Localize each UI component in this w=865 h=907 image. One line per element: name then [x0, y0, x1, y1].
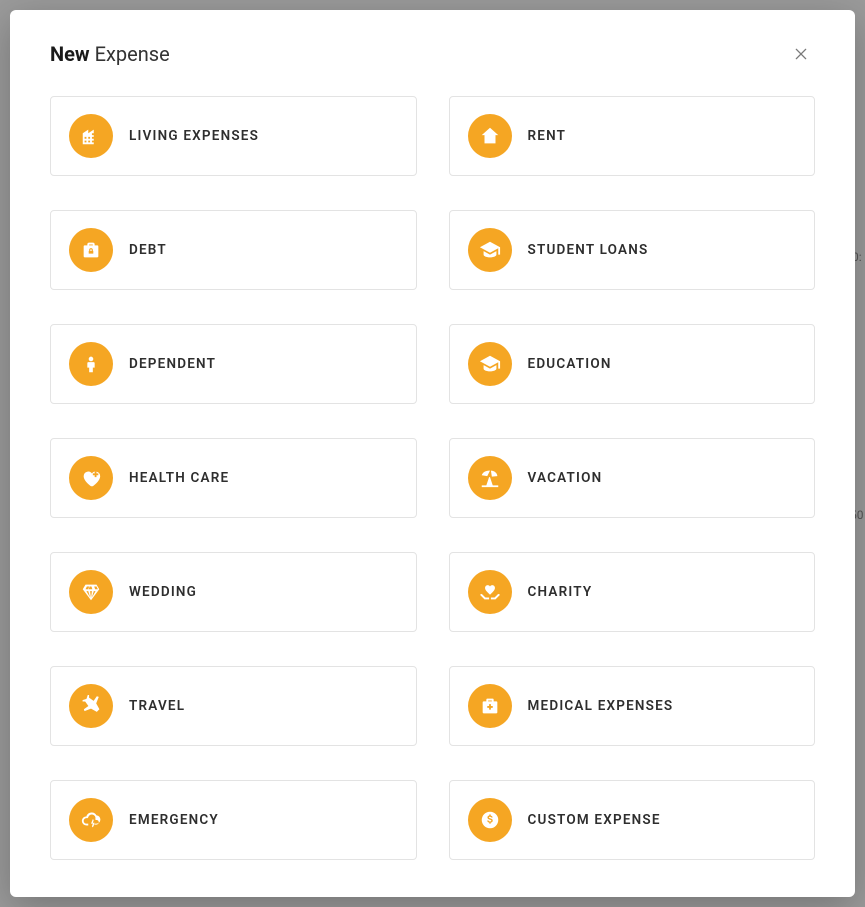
category-label: WEDDING [129, 584, 197, 600]
beach-icon [468, 456, 512, 500]
category-label: STUDENT LOANS [528, 242, 649, 258]
house-dollar-icon [468, 114, 512, 158]
category-label: EMERGENCY [129, 812, 219, 828]
category-grid: LIVING EXPENSES RENT DEBT STUDENT LOANS [50, 96, 815, 860]
category-label: MEDICAL EXPENSES [528, 698, 674, 714]
category-label: TRAVEL [129, 698, 185, 714]
coin-dollar-icon [468, 798, 512, 842]
category-student-loans[interactable]: STUDENT LOANS [449, 210, 816, 290]
briefcase-lock-icon [69, 228, 113, 272]
graduation-icon [468, 228, 512, 272]
medkit-icon [468, 684, 512, 728]
close-button[interactable] [787, 40, 815, 68]
category-label: DEBT [129, 242, 167, 258]
modal-title-rest: Expense [95, 42, 170, 66]
category-custom-expense[interactable]: CUSTOM EXPENSE [449, 780, 816, 860]
category-medical-expenses[interactable]: MEDICAL EXPENSES [449, 666, 816, 746]
category-debt[interactable]: DEBT [50, 210, 417, 290]
cloud-bolt-icon [69, 798, 113, 842]
category-label: RENT [528, 128, 567, 144]
modal-header: New Expense [50, 40, 815, 68]
hands-heart-icon [468, 570, 512, 614]
heart-plus-icon [69, 456, 113, 500]
category-dependent[interactable]: DEPENDENT [50, 324, 417, 404]
graduation-icon [468, 342, 512, 386]
category-label: CUSTOM EXPENSE [528, 812, 661, 828]
category-label: DEPENDENT [129, 356, 216, 372]
plane-icon [69, 684, 113, 728]
category-health-care[interactable]: HEALTH CARE [50, 438, 417, 518]
city-icon [69, 114, 113, 158]
category-living-expenses[interactable]: LIVING EXPENSES [50, 96, 417, 176]
person-icon [69, 342, 113, 386]
modal-title-bold: New [50, 42, 90, 66]
category-emergency[interactable]: EMERGENCY [50, 780, 417, 860]
category-wedding[interactable]: WEDDING [50, 552, 417, 632]
category-education[interactable]: EDUCATION [449, 324, 816, 404]
category-label: EDUCATION [528, 356, 612, 372]
modal-title: New Expense [50, 42, 170, 66]
category-charity[interactable]: CHARITY [449, 552, 816, 632]
new-expense-modal: New Expense LIVING EXPENSES RENT [10, 10, 855, 897]
diamond-icon [69, 570, 113, 614]
category-travel[interactable]: TRAVEL [50, 666, 417, 746]
category-label: HEALTH CARE [129, 470, 229, 486]
category-rent[interactable]: RENT [449, 96, 816, 176]
close-icon [793, 46, 809, 62]
category-label: VACATION [528, 470, 603, 486]
category-vacation[interactable]: VACATION [449, 438, 816, 518]
category-label: CHARITY [528, 584, 593, 600]
category-label: LIVING EXPENSES [129, 128, 259, 144]
